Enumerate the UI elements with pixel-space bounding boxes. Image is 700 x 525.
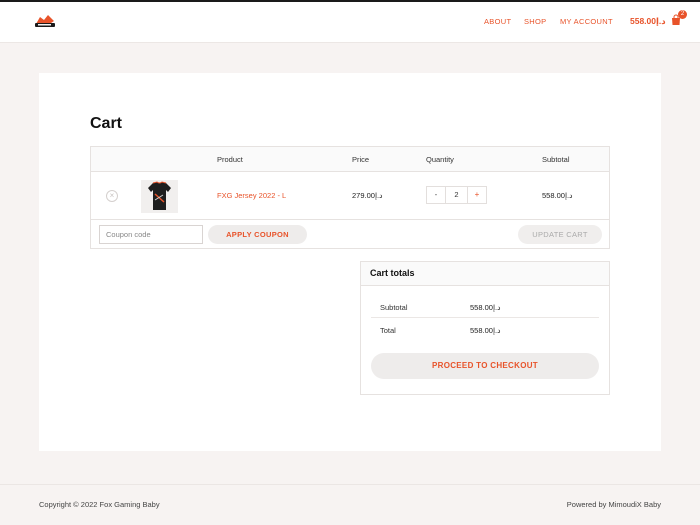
cart-totals-panel: Cart totals Subtotal 558.00د.إ Total 558… (360, 261, 610, 395)
cart-table: Product Price Quantity Subtotal × FXG Je… (90, 146, 610, 249)
header-product: Product (217, 155, 243, 164)
site-header: ABOUT SHOP MY ACCOUNT 558.00د.إ 2 (0, 2, 700, 43)
header-subtotal: Subtotal (542, 155, 570, 164)
quantity-stepper: - + (426, 186, 487, 204)
cart-totals-title: Cart totals (370, 268, 415, 278)
product-name-link[interactable]: FXG Jersey 2022 - L (217, 191, 286, 200)
quantity-input[interactable] (446, 187, 467, 203)
total-label: Total (380, 326, 396, 335)
totals-row-subtotal: Subtotal 558.00د.إ (371, 295, 599, 318)
table-header-row: Product Price Quantity Subtotal (91, 147, 609, 172)
apply-coupon-button[interactable]: APPLY COUPON (208, 225, 307, 244)
totals-row-total: Total 558.00د.إ (371, 318, 599, 341)
powered-by-text: Powered by MimoudiX Baby (566, 500, 661, 509)
proceed-to-checkout-button[interactable]: PROCEED TO CHECKOUT (371, 353, 599, 379)
nav-shop[interactable]: SHOP (524, 17, 546, 26)
quantity-increase-button[interactable]: + (467, 187, 486, 203)
copyright-text: Copyright © 2022 Fox Gaming Baby (39, 500, 160, 509)
table-row: × FXG Jersey 2022 - L 279.00د.إ - + 558.… (91, 172, 609, 220)
page-title: Cart (90, 115, 123, 132)
product-thumbnail[interactable] (141, 180, 178, 213)
quantity-decrease-button[interactable]: - (427, 187, 446, 203)
remove-item-icon[interactable]: × (106, 190, 118, 202)
item-subtotal: 558.00د.إ (542, 191, 573, 200)
cart-totals-header: Cart totals (361, 262, 609, 286)
total-value: 558.00د.إ (470, 326, 501, 335)
update-cart-button[interactable]: UPDATE CART (518, 225, 602, 244)
logo[interactable] (34, 13, 56, 29)
subtotal-value: 558.00د.إ (470, 303, 501, 312)
header-price: Price (352, 155, 370, 164)
nav-about[interactable]: ABOUT (484, 17, 511, 26)
subtotal-label: Subtotal (380, 303, 408, 312)
cart-actions-row: APPLY COUPON UPDATE CART (91, 220, 609, 248)
coupon-code-input[interactable] (99, 225, 203, 244)
site-footer: Copyright © 2022 Fox Gaming Baby Powered… (0, 484, 700, 525)
header-cart-total[interactable]: 558.00د.إ (630, 16, 666, 27)
header-quantity: Quantity (426, 155, 454, 164)
cart-count-badge: 2 (678, 10, 687, 19)
item-price: 279.00د.إ (352, 191, 383, 200)
nav-my-account[interactable]: MY ACCOUNT (560, 17, 613, 26)
